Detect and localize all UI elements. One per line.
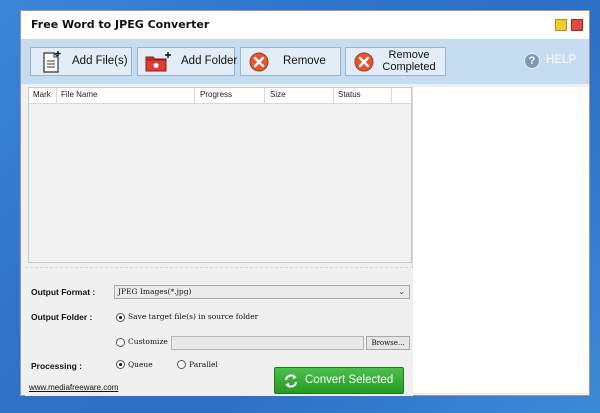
remove-completed-line2: Completed: [382, 61, 436, 73]
document-add-icon: [41, 50, 63, 77]
toolbar: Add File(s) Add Folder Remove Remove Com…: [21, 39, 589, 84]
remove-icon: [249, 52, 269, 75]
output-format-select[interactable]: JPEG Images(*.jpg) ⌄: [114, 285, 410, 299]
column-progress[interactable]: Progress: [200, 90, 232, 99]
output-format-label: Output Format :: [31, 287, 96, 297]
preview-panel: [412, 87, 589, 393]
chevron-down-icon: ⌄: [398, 287, 405, 296]
output-folder-label: Output Folder :: [31, 312, 93, 322]
save-in-source-radio[interactable]: [116, 313, 125, 322]
output-folder-path-input[interactable]: [171, 336, 364, 350]
column-status[interactable]: Status: [338, 90, 361, 99]
column-divider: [194, 88, 195, 103]
app-window: Free Word to JPEG Converter Add File(s): [20, 10, 590, 396]
window-title: Free Word to JPEG Converter: [31, 18, 210, 31]
add-folder-label: Add Folder: [181, 55, 238, 67]
remove-button[interactable]: Remove: [240, 47, 341, 76]
remove-completed-button[interactable]: Remove Completed: [345, 47, 446, 76]
output-format-value: JPEG Images(*.jpg): [118, 287, 192, 296]
column-divider: [391, 88, 392, 103]
remove-completed-icon: [354, 52, 374, 75]
save-in-source-label[interactable]: Save target file(s) in source folder: [128, 312, 258, 321]
minimize-button[interactable]: [555, 19, 567, 31]
file-list[interactable]: Mark File Name Progress Size Status: [28, 87, 412, 263]
convert-selected-label: Convert Selected: [305, 374, 394, 386]
website-link[interactable]: www.mediafreeware.com: [29, 383, 118, 392]
queue-label[interactable]: Queue: [128, 360, 153, 369]
folder-add-icon: [144, 51, 172, 76]
convert-icon: [283, 373, 299, 392]
add-files-label: Add File(s): [72, 55, 128, 67]
browse-button[interactable]: Browse...: [366, 336, 410, 350]
remove-completed-line1: Remove: [388, 49, 430, 61]
title-bar: Free Word to JPEG Converter: [21, 11, 589, 39]
column-mark[interactable]: Mark: [33, 90, 51, 99]
customize-label[interactable]: Customize: [128, 337, 168, 346]
options-panel: Output Format : JPEG Images(*.jpg) ⌄ Out…: [25, 267, 413, 396]
add-files-button[interactable]: Add File(s): [30, 47, 132, 76]
column-file-name[interactable]: File Name: [61, 90, 97, 99]
queue-radio[interactable]: [116, 360, 125, 369]
add-folder-button[interactable]: Add Folder: [137, 47, 238, 76]
help-button[interactable]: ? HELP: [524, 53, 584, 73]
close-button[interactable]: [571, 19, 583, 31]
customize-radio[interactable]: [116, 338, 125, 347]
remove-label: Remove: [283, 55, 326, 67]
parallel-radio[interactable]: [177, 360, 186, 369]
column-divider: [56, 88, 57, 103]
help-label: HELP: [546, 54, 577, 66]
file-list-header: Mark File Name Progress Size Status: [29, 88, 411, 104]
processing-label: Processing :: [31, 361, 83, 371]
help-icon: ?: [524, 53, 540, 69]
column-divider: [264, 88, 265, 103]
column-size[interactable]: Size: [270, 90, 286, 99]
parallel-label[interactable]: Parallel: [189, 360, 218, 369]
convert-selected-button[interactable]: Convert Selected: [274, 367, 404, 394]
column-divider: [333, 88, 334, 103]
remove-completed-label: Remove Completed: [374, 49, 444, 73]
